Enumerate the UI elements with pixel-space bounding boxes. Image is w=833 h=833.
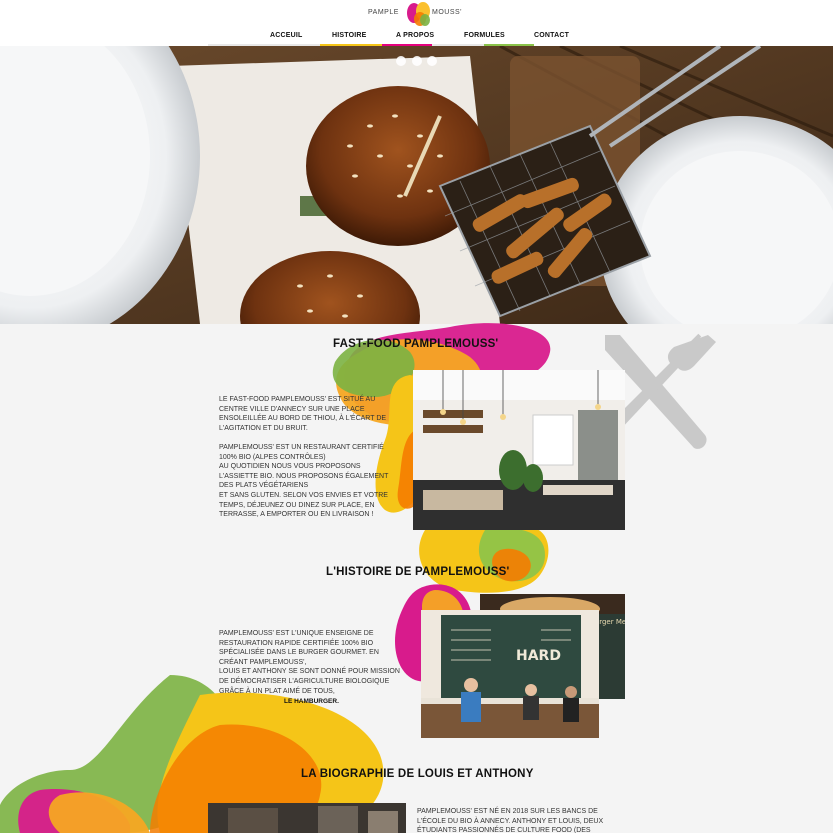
biography-photo bbox=[208, 803, 406, 833]
burger-fries-photo bbox=[0, 46, 833, 324]
nav-item-contact[interactable]: CONTACT bbox=[534, 32, 569, 39]
section-title-fast-food: FAST-FOOD PAMPLEMOUSS' bbox=[333, 338, 499, 350]
site-header: PAMPLE MOUSS' ACCEUIL HISTOIRE A PROPOS … bbox=[0, 0, 833, 46]
section-text-fast-food: LE FAST-FOOD PAMPLEMOUSS' EST SITUÉ AU C… bbox=[219, 396, 389, 519]
section-text-histoire: PAMPLEMOUSS' EST L'UNIQUE ENSEIGNE DE RE… bbox=[219, 630, 400, 695]
restaurant-interior-photo bbox=[413, 370, 625, 530]
main-nav: ACCEUIL HISTOIRE A PROPOS FORMULES CONTA… bbox=[0, 32, 833, 44]
section-title-biographie: LA BIOGRAPHIE DE LOUIS ET ANTHONY bbox=[301, 768, 534, 780]
nav-underline-segment bbox=[208, 44, 320, 46]
nav-underline-segment bbox=[382, 44, 432, 46]
nav-item-histoire[interactable]: HISTOIRE bbox=[332, 32, 367, 39]
nav-underline-segment bbox=[484, 44, 534, 46]
nav-item-a-propos[interactable]: A PROPOS bbox=[396, 32, 434, 39]
nav-underline-segment bbox=[432, 44, 484, 46]
carousel-dot[interactable] bbox=[427, 56, 437, 66]
hero-image bbox=[0, 46, 833, 324]
carousel-dot[interactable] bbox=[412, 56, 422, 66]
hamburger-highlight: LE HAMBURGER. bbox=[284, 698, 339, 705]
nav-underline-bar bbox=[208, 44, 534, 46]
logo-text-right: MOUSS' bbox=[432, 9, 463, 16]
site-logo[interactable]: PAMPLE MOUSS' bbox=[368, 1, 468, 27]
carousel-dot[interactable] bbox=[396, 56, 406, 66]
nav-item-acceuil[interactable]: ACCEUIL bbox=[270, 32, 303, 39]
svg-text:HARD: HARD bbox=[516, 648, 561, 664]
logo-text-left: PAMPLE bbox=[368, 9, 399, 16]
nav-underline-segment bbox=[320, 44, 382, 46]
logo-fruit-icon bbox=[407, 2, 430, 26]
section-title-histoire: L'HISTOIRE DE PAMPLEMOUSS' bbox=[326, 566, 510, 578]
section-text-biographie: PAMPLEMOUSS' EST NÉ EN 2018 SUR LES BANC… bbox=[417, 808, 604, 833]
nav-item-formules[interactable]: FORMULES bbox=[464, 32, 505, 39]
counter-photo: HARD bbox=[421, 610, 599, 738]
